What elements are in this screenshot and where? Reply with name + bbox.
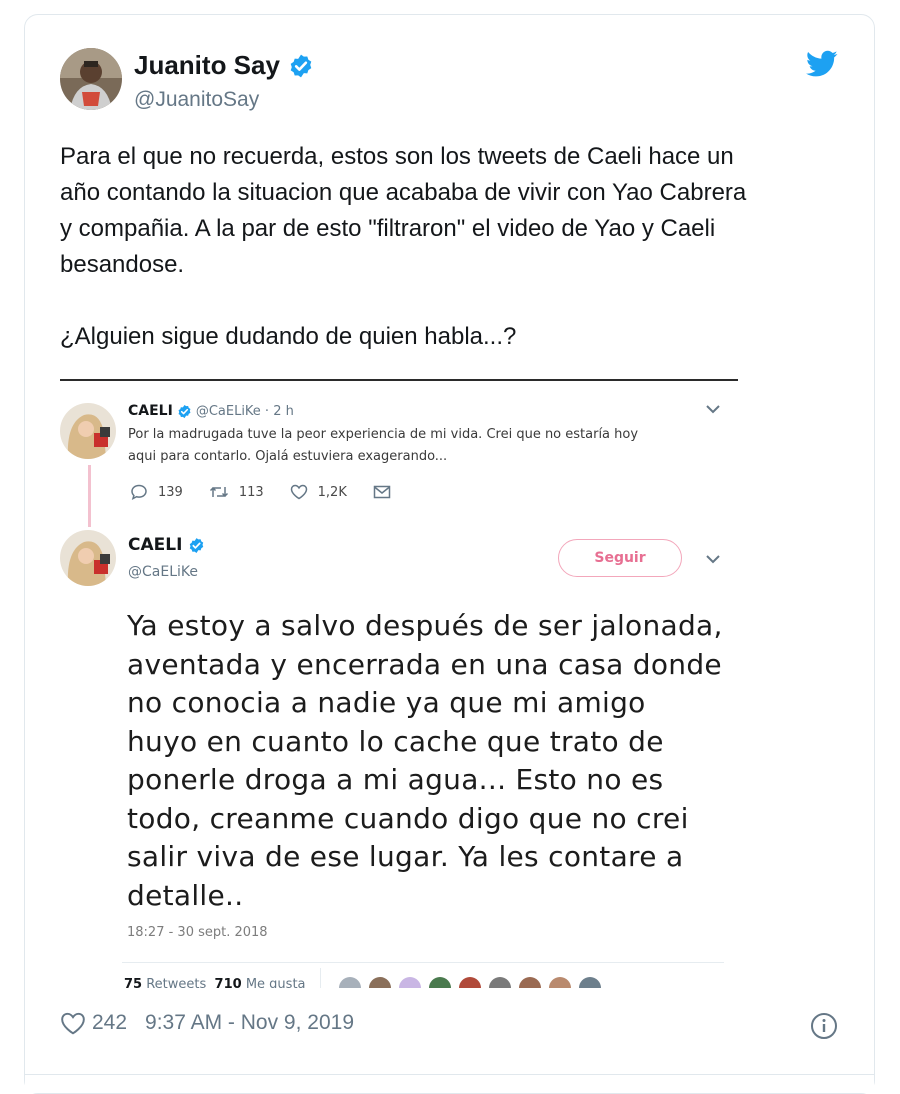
author-handle[interactable]: @JuanitoSay bbox=[134, 88, 259, 112]
avatar[interactable] bbox=[368, 977, 391, 988]
liker-avatars bbox=[338, 977, 609, 988]
like-action[interactable]: 1,2K bbox=[290, 484, 347, 500]
avatar[interactable] bbox=[548, 977, 571, 988]
quoted-name-row: CAELI @CaELiKe · 2 h bbox=[128, 403, 294, 419]
chevron-down-icon[interactable] bbox=[704, 403, 722, 415]
reply-count: 139 bbox=[158, 484, 183, 500]
quoted-actions: 139 113 1,2K bbox=[130, 484, 427, 500]
twitter-bird-icon[interactable] bbox=[806, 50, 838, 78]
message-action[interactable] bbox=[373, 484, 401, 500]
footer-time[interactable]: 9:37 AM - Nov 9, 2019 bbox=[145, 1011, 354, 1035]
thread-line bbox=[88, 465, 91, 527]
reply-icon bbox=[131, 484, 147, 500]
likes-stat[interactable]: 710 Me gusta bbox=[215, 977, 306, 988]
author-name[interactable]: Juanito Say bbox=[134, 50, 280, 81]
avatar[interactable] bbox=[338, 977, 361, 988]
heart-icon bbox=[290, 484, 307, 500]
info-icon[interactable] bbox=[810, 1012, 838, 1040]
avatar[interactable] bbox=[428, 977, 451, 988]
author-avatar[interactable] bbox=[60, 48, 122, 110]
retweets-count: 75 bbox=[124, 977, 143, 988]
avatar[interactable] bbox=[488, 977, 511, 988]
main-handle[interactable]: @CaELiKe bbox=[128, 564, 198, 580]
stats-row: 75 Retweets 710 Me gusta bbox=[124, 968, 724, 988]
quoted-text: Por la madrugada tuve la peor experienci… bbox=[128, 427, 639, 464]
retweet-action[interactable]: 113 bbox=[209, 484, 264, 500]
tweet-text: Para el que no recuerda, estos son los t… bbox=[60, 143, 747, 350]
avatar[interactable] bbox=[578, 977, 601, 988]
verified-badge-icon bbox=[290, 54, 312, 77]
retweet-count: 113 bbox=[238, 484, 264, 500]
main-avatar[interactable] bbox=[60, 530, 116, 586]
retweet-icon bbox=[209, 486, 228, 498]
quoted-name[interactable]: CAELI bbox=[128, 403, 173, 419]
reply-action[interactable]: 139 bbox=[130, 484, 183, 500]
follow-button[interactable]: Seguir bbox=[558, 539, 682, 577]
quoted-meta: @CaELiKe · 2 h bbox=[195, 403, 294, 419]
main-tweet-text: Ya estoy a salvo después de ser jalonada… bbox=[127, 609, 723, 912]
screenshot-divider bbox=[60, 379, 738, 381]
message-icon bbox=[373, 485, 391, 499]
likes-label: Me gusta bbox=[245, 977, 306, 988]
tweet-footer: 242 9:37 AM - Nov 9, 2019 bbox=[60, 1011, 354, 1035]
card-bottom-strip bbox=[25, 1074, 874, 1093]
stats-divider bbox=[122, 962, 724, 963]
chevron-down-icon[interactable] bbox=[704, 553, 722, 565]
main-name[interactable]: CAELI bbox=[128, 535, 182, 555]
avatar[interactable] bbox=[398, 977, 421, 988]
retweets-stat[interactable]: 75 Retweets bbox=[124, 977, 206, 988]
avatar[interactable] bbox=[518, 977, 541, 988]
quoted-avatar[interactable] bbox=[60, 403, 116, 459]
like-count: 1,2K bbox=[317, 484, 347, 500]
avatar[interactable] bbox=[458, 977, 481, 988]
likes-count: 710 bbox=[214, 977, 242, 988]
footer-like-count[interactable]: 242 bbox=[92, 1011, 127, 1035]
verified-badge-icon bbox=[178, 404, 191, 418]
heart-icon[interactable] bbox=[60, 1011, 86, 1035]
verified-badge-icon bbox=[190, 537, 204, 553]
main-name-row: CAELI bbox=[128, 535, 205, 555]
main-timestamp[interactable]: 18:27 - 30 sept. 2018 bbox=[127, 925, 268, 940]
retweets-label: Retweets bbox=[146, 977, 207, 988]
